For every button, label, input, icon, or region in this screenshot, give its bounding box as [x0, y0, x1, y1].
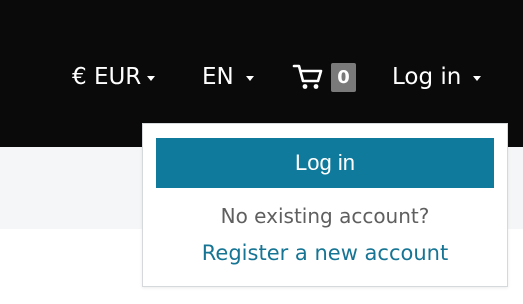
caret-down-icon: [473, 75, 482, 81]
register-link[interactable]: Register a new account: [143, 241, 507, 265]
currency-selector[interactable]: € EUR: [72, 59, 156, 95]
currency-label: € EUR: [72, 64, 142, 90]
cart-icon: [292, 64, 323, 89]
language-selector[interactable]: EN: [202, 59, 254, 95]
login-menu-toggle[interactable]: Log in: [392, 59, 482, 95]
no-account-text: No existing account?: [220, 204, 430, 228]
caret-down-icon: [147, 75, 156, 81]
login-dropdown: Log in No existing account? Register a n…: [142, 123, 508, 287]
login-button[interactable]: Log in: [156, 138, 494, 188]
cart-count-badge: 0: [331, 62, 356, 92]
cart-button[interactable]: 0: [292, 59, 356, 95]
language-label: EN: [202, 64, 234, 90]
caret-down-icon: [245, 75, 254, 81]
login-menu-label: Log in: [392, 64, 462, 90]
